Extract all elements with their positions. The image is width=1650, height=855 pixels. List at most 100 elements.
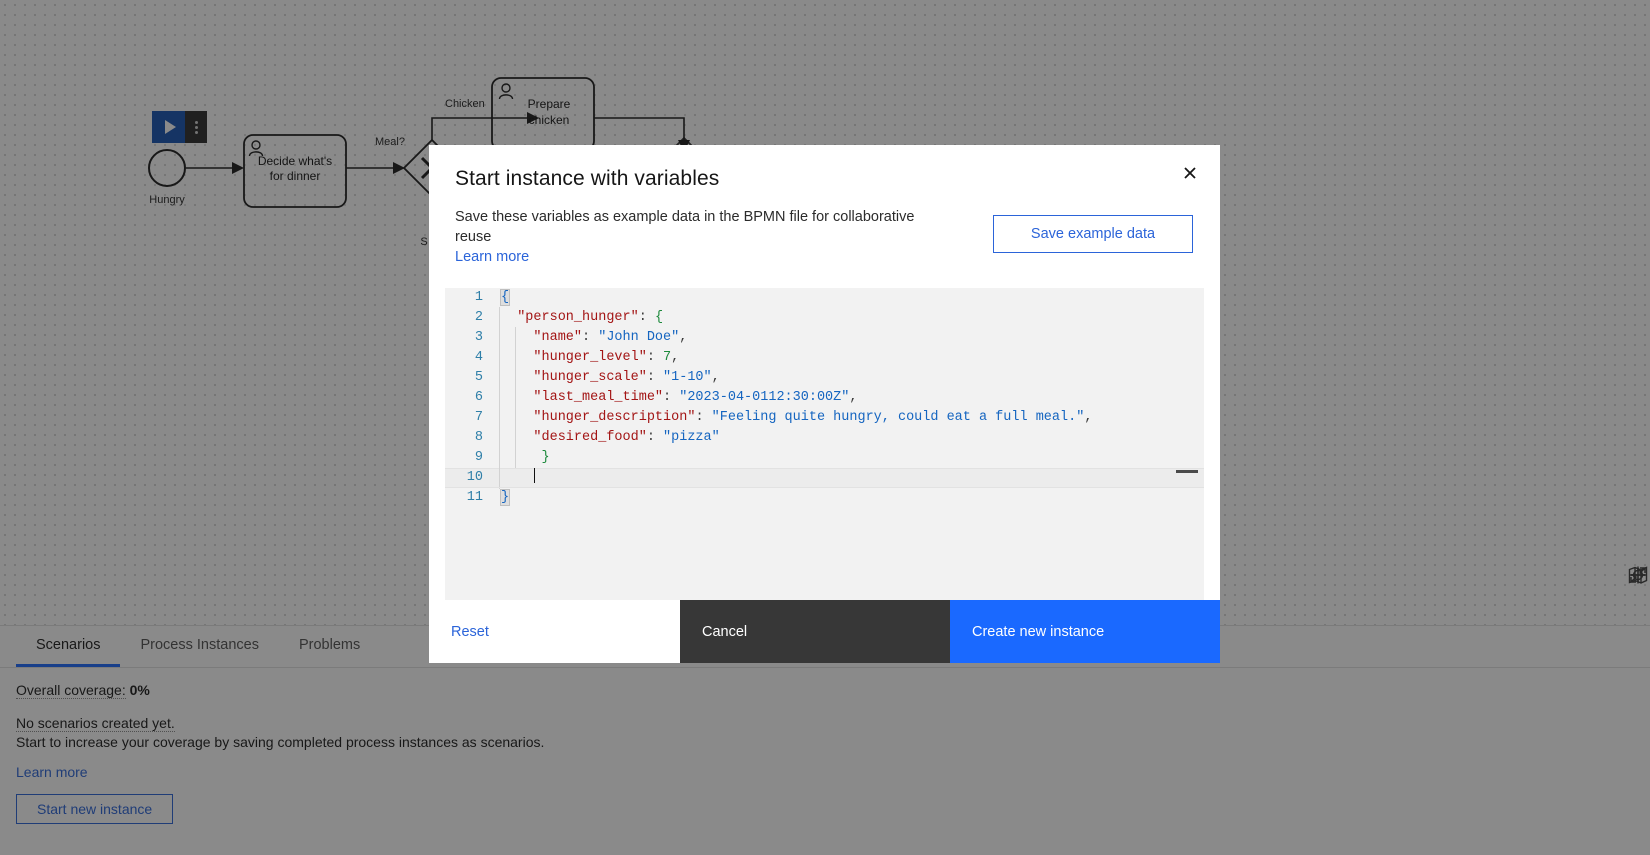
code-token	[501, 470, 533, 485]
modal-subheader: Save these variables as example data in …	[429, 207, 1220, 266]
editor-line[interactable]: 11}	[445, 488, 1204, 508]
modal-description: Save these variables as example data in …	[455, 207, 925, 247]
code-token: ,	[712, 370, 720, 385]
code-token: ,	[679, 330, 687, 345]
code-token: {	[501, 290, 509, 305]
modal-description-block: Save these variables as example data in …	[455, 207, 925, 266]
modal-footer-left: Reset	[429, 600, 680, 663]
editor-scrollbar-thumb[interactable]	[1176, 470, 1198, 473]
editor-line[interactable]: 5 "hunger_scale": "1-10",	[445, 368, 1204, 388]
editor-line-content: "last_meal_time": "2023-04-0112:30:00Z",	[493, 388, 1204, 408]
editor-line[interactable]: 6 "last_meal_time": "2023-04-0112:30:00Z…	[445, 388, 1204, 408]
code-token: "hunger_description"	[533, 410, 695, 425]
editor-line-number: 4	[445, 348, 493, 368]
reset-button[interactable]: Reset	[443, 624, 497, 640]
code-token: "John Doe"	[598, 330, 679, 345]
code-token: ,	[1084, 410, 1092, 425]
editor-line-number: 10	[445, 468, 493, 488]
indent-guide	[515, 447, 516, 469]
code-token: "last_meal_time"	[533, 390, 663, 405]
editor-line-number: 5	[445, 368, 493, 388]
editor-line-number: 7	[445, 408, 493, 428]
editor-line[interactable]: 3 "name": "John Doe",	[445, 328, 1204, 348]
editor-line-number: 9	[445, 448, 493, 468]
indent-guide	[515, 407, 516, 429]
code-token: "desired_food"	[533, 430, 646, 445]
code-token	[501, 330, 533, 345]
indent-guide	[499, 367, 500, 389]
indent-guide	[515, 327, 516, 349]
code-token: :	[647, 430, 663, 445]
close-button[interactable]	[1176, 159, 1204, 187]
close-icon	[1183, 166, 1197, 180]
indent-guide	[499, 467, 500, 489]
editor-line-content: "person_hunger": {	[493, 308, 1204, 328]
code-token: ,	[671, 350, 679, 365]
code-token: "hunger_level"	[533, 350, 646, 365]
code-token: 7	[663, 350, 671, 365]
cancel-button[interactable]: Cancel	[680, 600, 950, 663]
code-token: :	[663, 390, 679, 405]
editor-line[interactable]: 4 "hunger_level": 7,	[445, 348, 1204, 368]
editor-line[interactable]: 8 "desired_food": "pizza"	[445, 428, 1204, 448]
editor-line-content: "desired_food": "pizza"	[493, 428, 1204, 448]
editor-line-content: "hunger_scale": "1-10",	[493, 368, 1204, 388]
editor-line-number: 11	[445, 488, 493, 508]
code-token	[501, 430, 533, 445]
code-token: :	[695, 410, 711, 425]
code-token: }	[542, 450, 550, 465]
editor-line-number: 1	[445, 288, 493, 308]
modal-title: Start instance with variables	[455, 167, 1194, 191]
editor-line-content: {	[493, 288, 1204, 308]
modal-footer: Reset Cancel Create new instance	[429, 600, 1220, 663]
indent-guide	[499, 307, 500, 329]
indent-guide	[515, 387, 516, 409]
create-new-instance-button[interactable]: Create new instance	[950, 600, 1220, 663]
editor-line[interactable]: 7 "hunger_description": "Feeling quite h…	[445, 408, 1204, 428]
editor-line-content: "hunger_level": 7,	[493, 348, 1204, 368]
code-token	[501, 370, 533, 385]
code-token: }	[501, 490, 509, 505]
variables-editor[interactable]: 1{2 "person_hunger": {3 "name": "John Do…	[445, 288, 1204, 600]
indent-guide	[499, 327, 500, 349]
modal-header: Start instance with variables	[429, 145, 1220, 207]
code-token: "1-10"	[663, 370, 712, 385]
indent-guide	[499, 447, 500, 469]
editor-line[interactable]: 9 }	[445, 448, 1204, 468]
indent-guide	[499, 407, 500, 429]
code-token: "hunger_scale"	[533, 370, 646, 385]
code-token	[501, 450, 542, 465]
indent-guide	[499, 387, 500, 409]
json-code-editor[interactable]: 1{2 "person_hunger": {3 "name": "John Do…	[445, 288, 1204, 508]
code-token: :	[647, 370, 663, 385]
start-instance-modal: Start instance with variables Save these…	[429, 145, 1220, 663]
indent-guide	[515, 367, 516, 389]
save-example-data-button[interactable]: Save example data	[993, 215, 1193, 253]
code-token: :	[582, 330, 598, 345]
code-token	[501, 310, 517, 325]
editor-line-number: 3	[445, 328, 493, 348]
editor-line-number: 6	[445, 388, 493, 408]
editor-line-number: 2	[445, 308, 493, 328]
editor-line[interactable]: 2 "person_hunger": {	[445, 308, 1204, 328]
editor-line-number: 8	[445, 428, 493, 448]
editor-line-content: }	[493, 448, 1204, 468]
code-token	[501, 390, 533, 405]
code-token: "name"	[533, 330, 582, 345]
code-token: "Feeling quite hungry, could eat a full …	[712, 410, 1085, 425]
indent-guide	[499, 347, 500, 369]
code-token: :	[639, 310, 655, 325]
text-cursor	[534, 468, 535, 483]
code-token: :	[647, 350, 663, 365]
editor-line-content	[493, 468, 1204, 488]
code-token: "person_hunger"	[517, 310, 639, 325]
editor-line-content: }	[493, 488, 1204, 508]
editor-line[interactable]: 10	[445, 468, 1204, 488]
indent-guide	[499, 427, 500, 449]
editor-line-content: "name": "John Doe",	[493, 328, 1204, 348]
editor-line[interactable]: 1{	[445, 288, 1204, 308]
code-token: ,	[849, 390, 857, 405]
code-token	[501, 410, 533, 425]
modal-learn-more-link[interactable]: Learn more	[455, 249, 529, 265]
editor-line-content: "hunger_description": "Feeling quite hun…	[493, 408, 1204, 428]
